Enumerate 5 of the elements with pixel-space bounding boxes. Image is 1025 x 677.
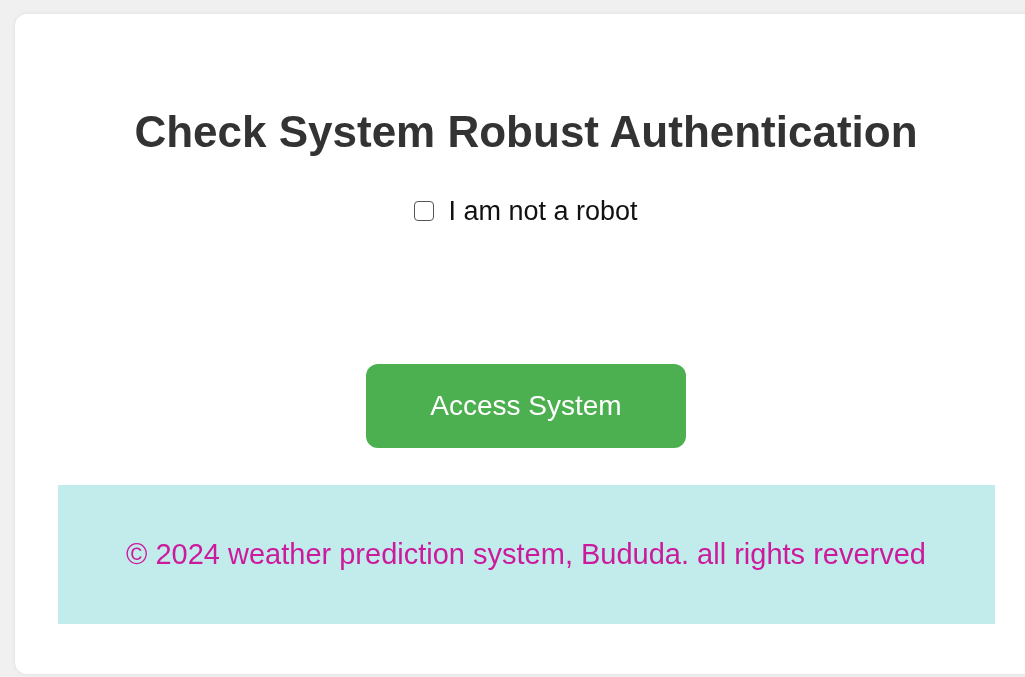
checkbox[interactable]: [414, 201, 435, 221]
access-system-button[interactable]: Access System: [366, 364, 686, 448]
checkbox-label: I am not a robot: [448, 195, 638, 227]
page-title: Check System Robust Authentication: [134, 106, 918, 158]
copyright-text: © 2024 weather prediction system, Bududa. all rights reverved: [126, 538, 926, 571]
